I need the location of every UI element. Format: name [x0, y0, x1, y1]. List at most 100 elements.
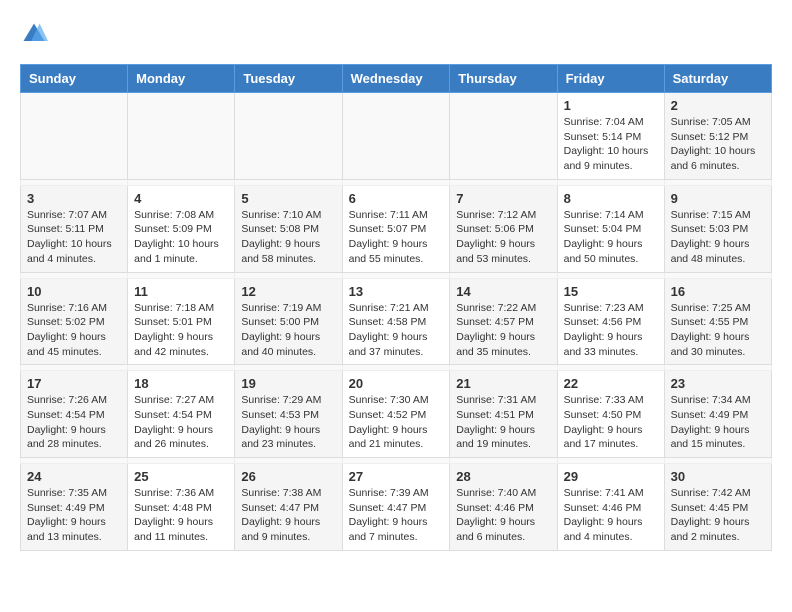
- calendar-day-cell: 25 Sunrise: 7:36 AM Sunset: 4:48 PM Dayli…: [128, 464, 235, 551]
- day-info: Sunrise: 7:41 AM Sunset: 4:46 PM Dayligh…: [564, 486, 658, 545]
- day-number: 15: [564, 284, 658, 299]
- calendar-day-cell: 20 Sunrise: 7:30 AM Sunset: 4:52 PM Dayli…: [342, 371, 450, 458]
- day-info: Sunrise: 7:07 AM Sunset: 5:11 PM Dayligh…: [27, 208, 121, 267]
- day-number: 6: [349, 191, 444, 206]
- weekday-header: Monday: [128, 65, 235, 93]
- day-number: 25: [134, 469, 228, 484]
- day-info: Sunrise: 7:15 AM Sunset: 5:03 PM Dayligh…: [671, 208, 765, 267]
- calendar-day-cell: 9 Sunrise: 7:15 AM Sunset: 5:03 PM Daylig…: [664, 185, 771, 272]
- day-info: Sunrise: 7:34 AM Sunset: 4:49 PM Dayligh…: [671, 393, 765, 452]
- day-number: 2: [671, 98, 765, 113]
- day-info: Sunrise: 7:25 AM Sunset: 4:55 PM Dayligh…: [671, 301, 765, 360]
- day-number: 14: [456, 284, 550, 299]
- calendar-day-cell: [450, 93, 557, 180]
- day-info: Sunrise: 7:11 AM Sunset: 5:07 PM Dayligh…: [349, 208, 444, 267]
- day-number: 12: [241, 284, 335, 299]
- calendar-day-cell: 12 Sunrise: 7:19 AM Sunset: 5:00 PM Dayli…: [235, 278, 342, 365]
- day-info: Sunrise: 7:40 AM Sunset: 4:46 PM Dayligh…: [456, 486, 550, 545]
- calendar-week-row: 3 Sunrise: 7:07 AM Sunset: 5:11 PM Daylig…: [21, 185, 772, 272]
- calendar-day-cell: 11 Sunrise: 7:18 AM Sunset: 5:01 PM Dayli…: [128, 278, 235, 365]
- day-info: Sunrise: 7:35 AM Sunset: 4:49 PM Dayligh…: [27, 486, 121, 545]
- calendar-day-cell: 18 Sunrise: 7:27 AM Sunset: 4:54 PM Dayli…: [128, 371, 235, 458]
- calendar-week-row: 24 Sunrise: 7:35 AM Sunset: 4:49 PM Dayli…: [21, 464, 772, 551]
- calendar-day-cell: 22 Sunrise: 7:33 AM Sunset: 4:50 PM Dayli…: [557, 371, 664, 458]
- day-info: Sunrise: 7:19 AM Sunset: 5:00 PM Dayligh…: [241, 301, 335, 360]
- calendar-day-cell: 6 Sunrise: 7:11 AM Sunset: 5:07 PM Daylig…: [342, 185, 450, 272]
- day-number: 21: [456, 376, 550, 391]
- weekday-header: Sunday: [21, 65, 128, 93]
- day-info: Sunrise: 7:22 AM Sunset: 4:57 PM Dayligh…: [456, 301, 550, 360]
- calendar-day-cell: 10 Sunrise: 7:16 AM Sunset: 5:02 PM Dayli…: [21, 278, 128, 365]
- day-number: 8: [564, 191, 658, 206]
- day-number: 27: [349, 469, 444, 484]
- calendar-day-cell: 30 Sunrise: 7:42 AM Sunset: 4:45 PM Dayli…: [664, 464, 771, 551]
- day-info: Sunrise: 7:10 AM Sunset: 5:08 PM Dayligh…: [241, 208, 335, 267]
- day-number: 23: [671, 376, 765, 391]
- calendar-day-cell: 29 Sunrise: 7:41 AM Sunset: 4:46 PM Dayli…: [557, 464, 664, 551]
- day-info: Sunrise: 7:27 AM Sunset: 4:54 PM Dayligh…: [134, 393, 228, 452]
- calendar-day-cell: 21 Sunrise: 7:31 AM Sunset: 4:51 PM Dayli…: [450, 371, 557, 458]
- page-header: [20, 20, 772, 48]
- calendar-week-row: 17 Sunrise: 7:26 AM Sunset: 4:54 PM Dayli…: [21, 371, 772, 458]
- logo: [20, 20, 52, 48]
- day-number: 19: [241, 376, 335, 391]
- day-number: 13: [349, 284, 444, 299]
- calendar-day-cell: [21, 93, 128, 180]
- calendar-day-cell: 7Sunrise: 7:12 AM Sunset: 5:06 PM Daylig…: [450, 185, 557, 272]
- day-number: 1: [564, 98, 658, 113]
- day-number: 24: [27, 469, 121, 484]
- calendar-day-cell: 5 Sunrise: 7:10 AM Sunset: 5:08 PM Daylig…: [235, 185, 342, 272]
- weekday-header: Friday: [557, 65, 664, 93]
- weekday-header-row: SundayMondayTuesdayWednesdayThursdayFrid…: [21, 65, 772, 93]
- day-info: Sunrise: 7:26 AM Sunset: 4:54 PM Dayligh…: [27, 393, 121, 452]
- day-number: 11: [134, 284, 228, 299]
- logo-icon: [20, 20, 48, 48]
- day-info: Sunrise: 7:08 AM Sunset: 5:09 PM Dayligh…: [134, 208, 228, 267]
- day-number: 18: [134, 376, 228, 391]
- day-info: Sunrise: 7:23 AM Sunset: 4:56 PM Dayligh…: [564, 301, 658, 360]
- calendar-day-cell: 8 Sunrise: 7:14 AM Sunset: 5:04 PM Daylig…: [557, 185, 664, 272]
- calendar-day-cell: 28Sunrise: 7:40 AM Sunset: 4:46 PM Dayli…: [450, 464, 557, 551]
- day-info: Sunrise: 7:31 AM Sunset: 4:51 PM Dayligh…: [456, 393, 550, 452]
- calendar: SundayMondayTuesdayWednesdayThursdayFrid…: [20, 64, 772, 551]
- calendar-day-cell: 27Sunrise: 7:39 AM Sunset: 4:47 PM Dayli…: [342, 464, 450, 551]
- calendar-day-cell: 26 Sunrise: 7:38 AM Sunset: 4:47 PM Dayli…: [235, 464, 342, 551]
- calendar-day-cell: 19Sunrise: 7:29 AM Sunset: 4:53 PM Dayli…: [235, 371, 342, 458]
- weekday-header: Wednesday: [342, 65, 450, 93]
- day-info: Sunrise: 7:33 AM Sunset: 4:50 PM Dayligh…: [564, 393, 658, 452]
- calendar-week-row: 1 Sunrise: 7:04 AM Sunset: 5:14 PM Daylig…: [21, 93, 772, 180]
- weekday-header: Thursday: [450, 65, 557, 93]
- day-number: 7: [456, 191, 550, 206]
- calendar-day-cell: 3 Sunrise: 7:07 AM Sunset: 5:11 PM Daylig…: [21, 185, 128, 272]
- day-info: Sunrise: 7:14 AM Sunset: 5:04 PM Dayligh…: [564, 208, 658, 267]
- day-number: 5: [241, 191, 335, 206]
- day-number: 30: [671, 469, 765, 484]
- day-number: 29: [564, 469, 658, 484]
- calendar-week-row: 10 Sunrise: 7:16 AM Sunset: 5:02 PM Dayli…: [21, 278, 772, 365]
- day-number: 26: [241, 469, 335, 484]
- calendar-day-cell: [342, 93, 450, 180]
- day-number: 22: [564, 376, 658, 391]
- day-info: Sunrise: 7:16 AM Sunset: 5:02 PM Dayligh…: [27, 301, 121, 360]
- calendar-day-cell: 14 Sunrise: 7:22 AM Sunset: 4:57 PM Dayli…: [450, 278, 557, 365]
- day-number: 4: [134, 191, 228, 206]
- day-info: Sunrise: 7:42 AM Sunset: 4:45 PM Dayligh…: [671, 486, 765, 545]
- day-number: 9: [671, 191, 765, 206]
- calendar-day-cell: 4 Sunrise: 7:08 AM Sunset: 5:09 PM Daylig…: [128, 185, 235, 272]
- day-number: 20: [349, 376, 444, 391]
- day-number: 3: [27, 191, 121, 206]
- calendar-day-cell: 15 Sunrise: 7:23 AM Sunset: 4:56 PM Dayli…: [557, 278, 664, 365]
- calendar-day-cell: 16Sunrise: 7:25 AM Sunset: 4:55 PM Dayli…: [664, 278, 771, 365]
- day-number: 10: [27, 284, 121, 299]
- calendar-day-cell: 1 Sunrise: 7:04 AM Sunset: 5:14 PM Daylig…: [557, 93, 664, 180]
- day-info: Sunrise: 7:38 AM Sunset: 4:47 PM Dayligh…: [241, 486, 335, 545]
- day-info: Sunrise: 7:36 AM Sunset: 4:48 PM Dayligh…: [134, 486, 228, 545]
- day-number: 17: [27, 376, 121, 391]
- day-info: Sunrise: 7:18 AM Sunset: 5:01 PM Dayligh…: [134, 301, 228, 360]
- calendar-day-cell: 2Sunrise: 7:05 AM Sunset: 5:12 PM Daylig…: [664, 93, 771, 180]
- weekday-header: Saturday: [664, 65, 771, 93]
- day-info: Sunrise: 7:04 AM Sunset: 5:14 PM Dayligh…: [564, 115, 658, 174]
- day-info: Sunrise: 7:21 AM Sunset: 4:58 PM Dayligh…: [349, 301, 444, 360]
- calendar-day-cell: 17 Sunrise: 7:26 AM Sunset: 4:54 PM Dayli…: [21, 371, 128, 458]
- day-info: Sunrise: 7:30 AM Sunset: 4:52 PM Dayligh…: [349, 393, 444, 452]
